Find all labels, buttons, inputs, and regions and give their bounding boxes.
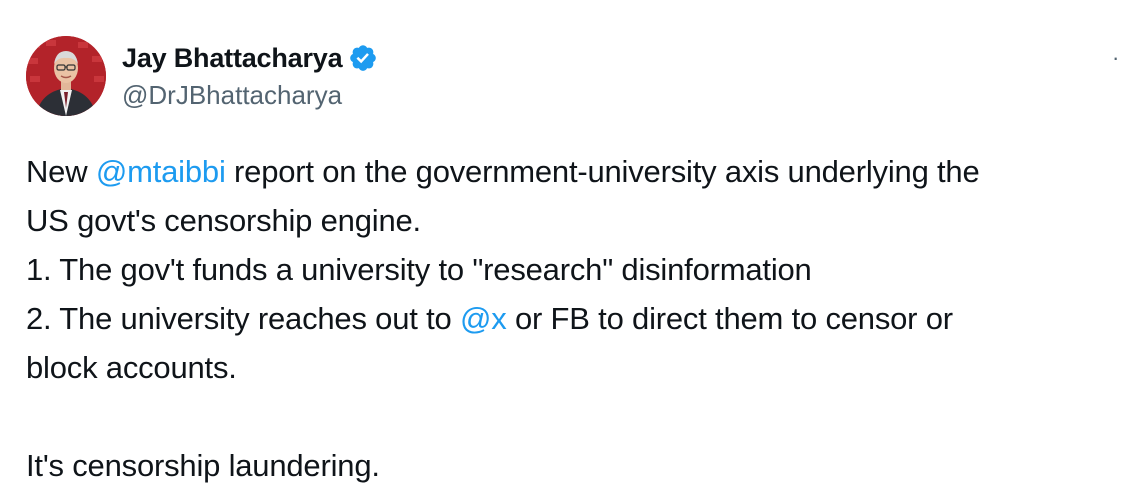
profile-photo	[26, 36, 106, 116]
tweet-line: block accounts.	[26, 350, 237, 385]
author-display-name[interactable]: Jay Bhattacharya	[122, 43, 343, 74]
verified-badge-icon[interactable]	[348, 43, 378, 73]
tweet-text: New @mtaibbi report on the government-un…	[26, 147, 1126, 490]
tweet-line: 1. The gov't funds a university to "rese…	[26, 252, 812, 287]
tweet-text-segment: 2. The university reaches out to	[26, 301, 460, 336]
tweet-line: It's censorship laundering.	[26, 448, 380, 483]
avatar[interactable]	[26, 36, 106, 116]
tweet-line: US govt's censorship engine.	[26, 203, 421, 238]
tweet-text-segment: New	[26, 154, 96, 189]
author-handle[interactable]: @DrJBhattacharya	[122, 80, 342, 111]
tweet-card: Jay Bhattacharya @DrJBhattacharya · New …	[0, 0, 1136, 488]
more-options-icon[interactable]: ·	[1112, 44, 1136, 72]
tweet-text-segment: report on the government-university axis…	[225, 154, 980, 189]
tweet-line: 2. The university reaches out to @x or F…	[26, 294, 1126, 343]
tweet-line: New @mtaibbi report on the government-un…	[26, 147, 1126, 196]
author-name-row: Jay Bhattacharya	[122, 40, 378, 76]
mention-link[interactable]: @mtaibbi	[96, 154, 226, 189]
tweet-text-segment: or FB to direct them to censor or	[506, 301, 953, 336]
tweet-line	[26, 392, 1126, 441]
mention-link[interactable]: @x	[460, 301, 507, 336]
